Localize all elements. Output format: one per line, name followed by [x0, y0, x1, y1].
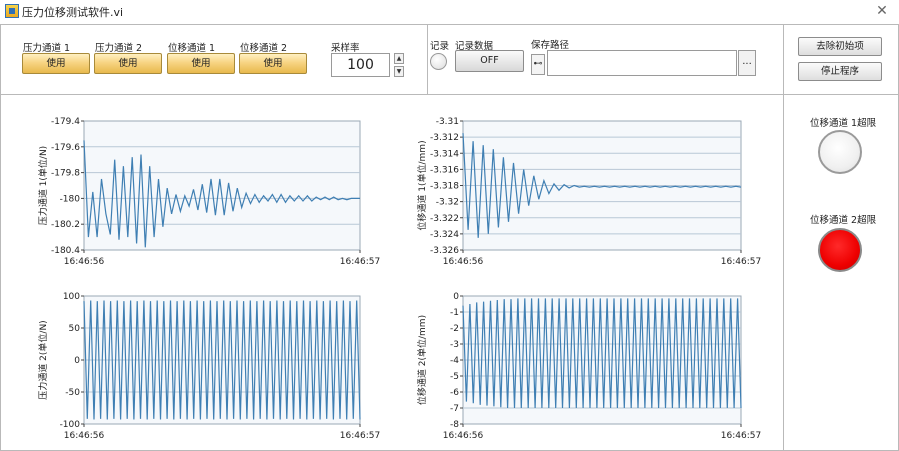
- chart-pressure-2-ytick-label: 0: [74, 356, 80, 366]
- chart-pressure-2-ytick-label: 50: [69, 324, 81, 334]
- chart-displacement-1-ytick-label: -3.31: [436, 117, 459, 127]
- chart-pressure-1-ytick-label: -179.8: [51, 169, 80, 179]
- chart-displacement-2-ytick-label: -2: [450, 324, 459, 334]
- chart-pressure-1-ytick-label: -180.4: [51, 246, 80, 256]
- chart-displacement-1-ytick-label: -3.32: [436, 198, 459, 208]
- chart-pressure-1-ytick-label: -180: [60, 194, 81, 204]
- chart-displacement-2-xtick-label: 16:46:56: [443, 431, 484, 441]
- chart-displacement-1-ytick-label: -3.318: [430, 182, 459, 192]
- chart-pressure-2-xtick-label: 16:46:56: [64, 431, 105, 441]
- chart-displacement-1-xtick-label: 16:46:57: [721, 257, 761, 267]
- chart-displacement-1-ylabel: 位移通道 1(单位/mm): [416, 140, 428, 230]
- chart-pressure-1-ylabel: 压力通道 1(单位/N): [37, 146, 49, 225]
- chart-displacement-2-ylabel: 位移通道 2(单位/mm): [416, 315, 428, 405]
- chart-displacement-2-ytick-label: -7: [450, 404, 459, 414]
- chart-displacement-1-ytick-label: -3.326: [430, 246, 459, 256]
- chart-pressure-1-ytick-label: -180.2: [51, 220, 80, 230]
- chart-pressure-2-ytick-label: -100: [60, 420, 81, 430]
- chart-displacement-1-ytick-label: -3.322: [430, 214, 459, 224]
- chart-displacement-1-ytick-label: -3.314: [430, 149, 459, 159]
- chart-pressure-1-xtick-label: 16:46:56: [64, 257, 105, 267]
- chart-pressure-2-ylabel: 压力通道 2(单位/N): [37, 320, 49, 399]
- chart-displacement-2-ytick-label: -4: [450, 356, 459, 366]
- chart-displacement-1-ytick-label: -3.316: [430, 165, 459, 175]
- chart-displacement-2-ytick-label: -8: [450, 420, 459, 430]
- chart-displacement-2-xtick-label: 16:46:57: [721, 431, 761, 441]
- chart-displacement-1-ytick-label: -3.324: [430, 230, 459, 240]
- chart-displacement-1-ytick-label: -3.312: [430, 133, 459, 143]
- chart-pressure-1-xtick-label: 16:46:57: [340, 257, 380, 267]
- chart-pressure-1-plot-area: [83, 120, 361, 251]
- chart-displacement-2-ytick-label: -6: [450, 388, 459, 398]
- chart-pressure-1-ytick-label: -179.6: [51, 143, 80, 153]
- chart-pressure-2-xtick-label: 16:46:57: [340, 431, 380, 441]
- waveform-charts: -179.4-179.6-179.8-180-180.2-180.416:46:…: [37, 117, 761, 441]
- chart-displacement-2-ytick-label: -5: [450, 372, 459, 382]
- chart-pressure-1-ytick-label: -179.4: [51, 117, 80, 127]
- chart-displacement-2-ytick-label: -3: [450, 340, 459, 350]
- chart-displacement-1-xtick-label: 16:46:56: [443, 257, 484, 267]
- chart-displacement-2-ytick-label: 0: [453, 292, 459, 302]
- chart-pressure-2-ytick-label: -50: [65, 388, 80, 398]
- chart-displacement-2-ytick-label: -1: [450, 308, 459, 318]
- chart-pressure-2-ytick-label: 100: [63, 292, 80, 302]
